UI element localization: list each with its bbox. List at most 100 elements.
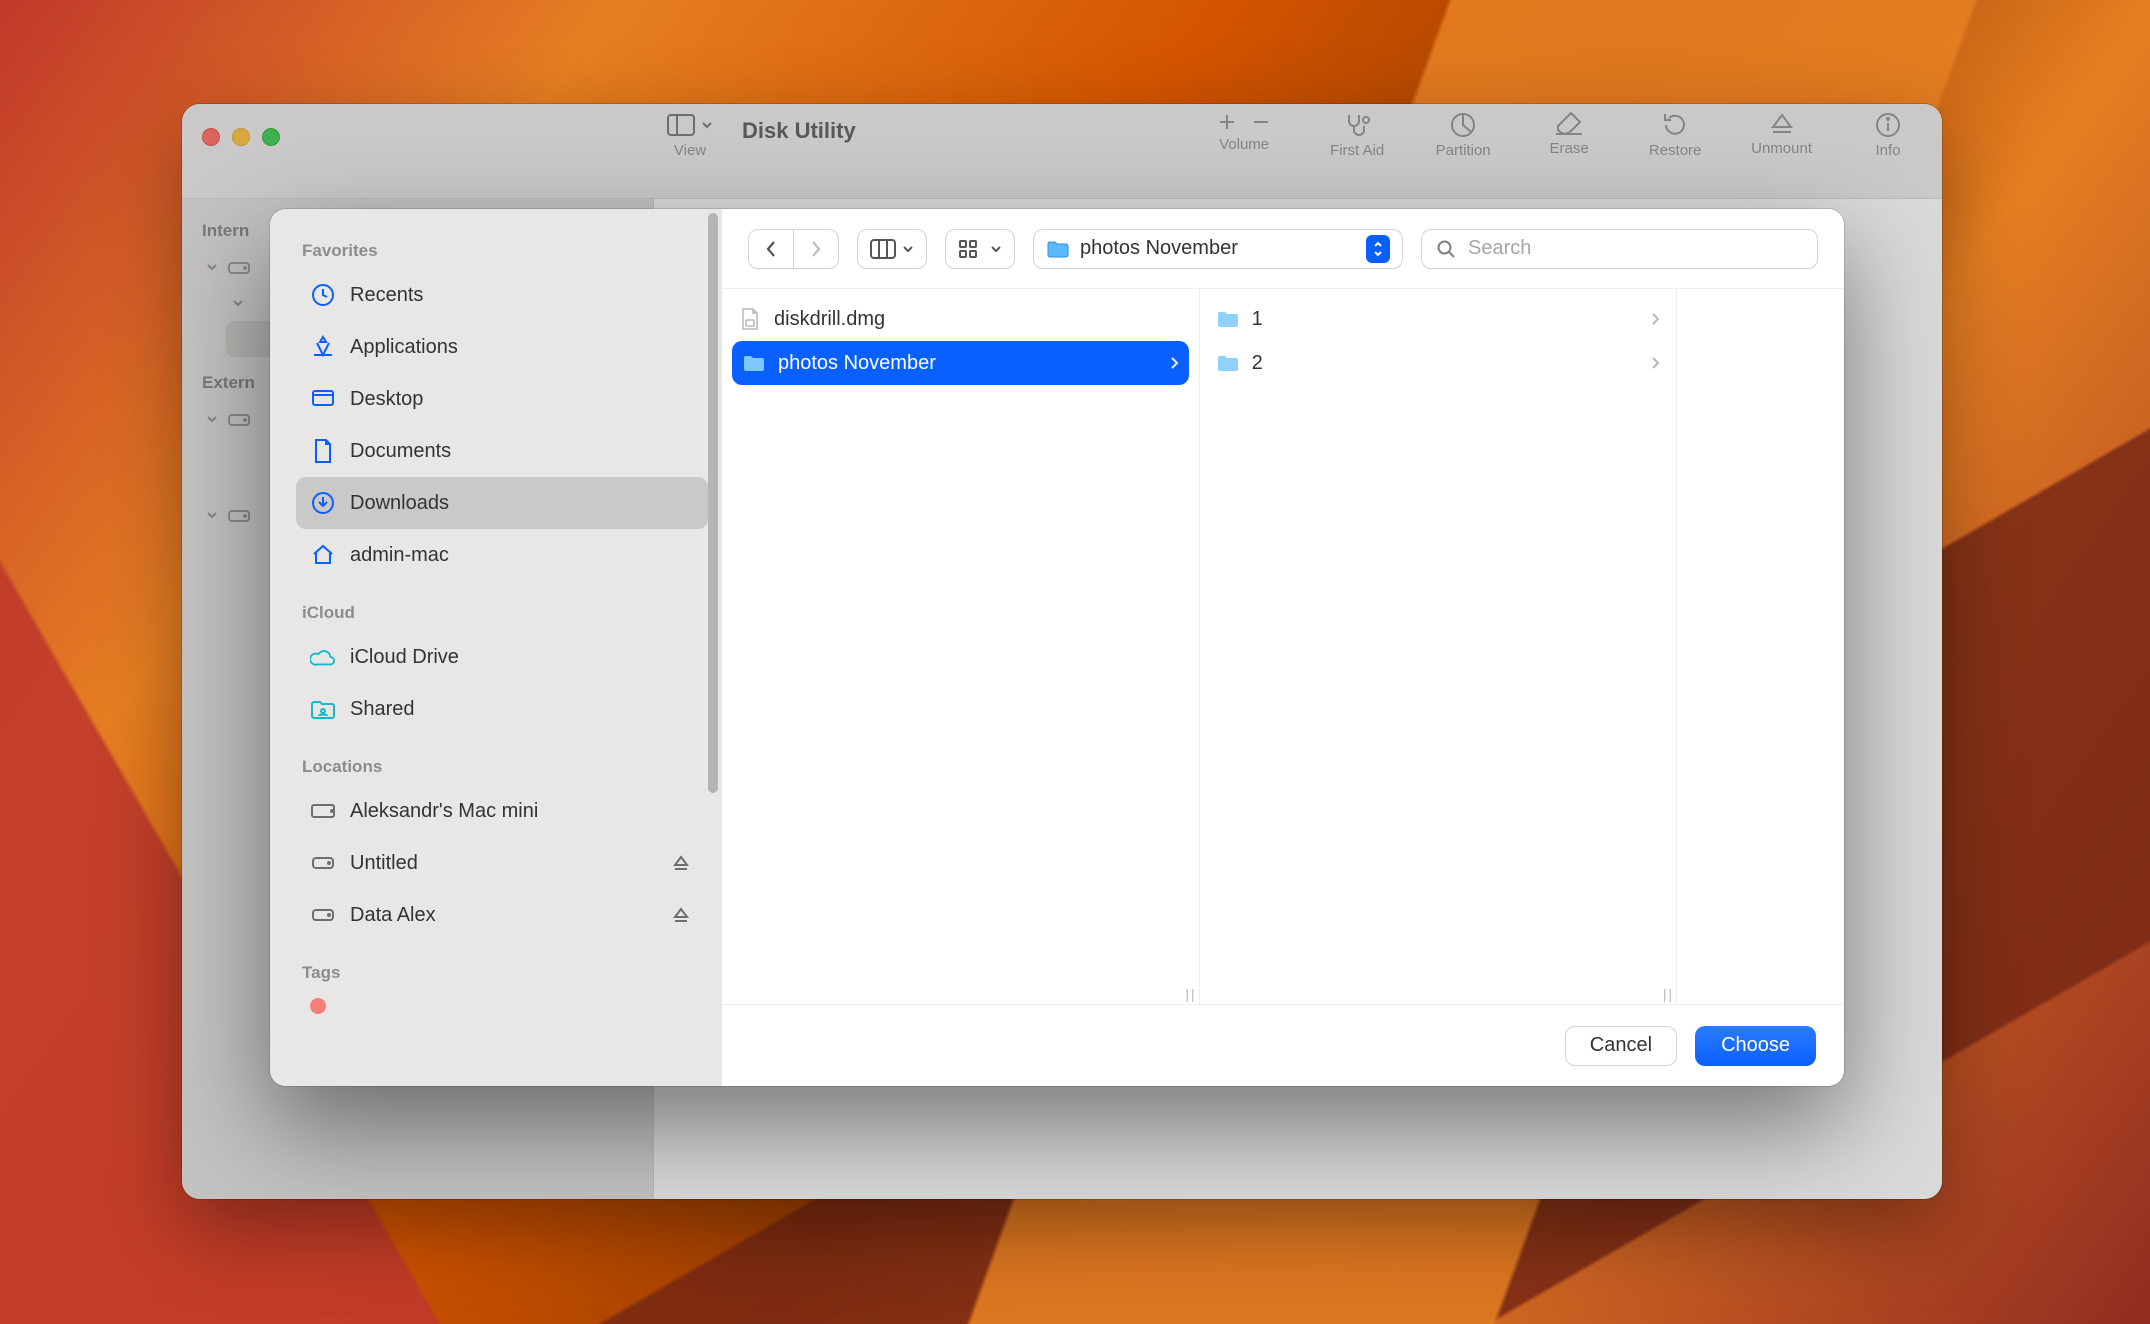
- toolbar-action-label: Restore: [1649, 142, 1702, 159]
- sidebar-item-desktop[interactable]: Desktop: [296, 373, 708, 425]
- nav-back-button[interactable]: [749, 230, 793, 268]
- column-resize-handle[interactable]: ||: [1185, 986, 1196, 1002]
- file-row[interactable]: diskdrill.dmg: [722, 297, 1199, 341]
- folder-row-label: 1: [1252, 308, 1263, 331]
- sidebar-heading-locations: Locations: [302, 757, 708, 777]
- open-panel-footer: Cancel Choose: [722, 1004, 1844, 1086]
- chevron-left-icon: [764, 240, 778, 258]
- disk-utility-actions: Volume First Aid Partition Erase Restore: [1217, 112, 1918, 159]
- disk-icon: [228, 411, 250, 427]
- apps-icon: [310, 334, 336, 360]
- sidebar-item-label: iCloud Drive: [350, 646, 459, 669]
- plus-icon: [1217, 112, 1237, 132]
- sidebar-item-label: Applications: [350, 336, 458, 359]
- folder-row-label: photos November: [778, 352, 936, 375]
- minus-icon: [1251, 112, 1271, 132]
- restore-icon: [1662, 112, 1688, 138]
- sidebar-item-label: Documents: [350, 440, 451, 463]
- search-field[interactable]: [1421, 229, 1818, 269]
- sidebar-item-home[interactable]: admin-mac: [296, 529, 708, 581]
- eject-icon: [1769, 112, 1795, 136]
- sidebar-heading-icloud: iCloud: [302, 603, 708, 623]
- minimize-window-button[interactable]: [232, 128, 250, 146]
- sidebar-item-shared[interactable]: Shared: [296, 683, 708, 735]
- toolbar-unmount[interactable]: Unmount: [1751, 112, 1812, 157]
- search-input[interactable]: [1466, 236, 1803, 261]
- info-icon: [1875, 112, 1901, 138]
- nav-back-forward: [748, 229, 839, 269]
- toolbar-view-label: View: [674, 142, 706, 159]
- clock-icon: [310, 282, 336, 308]
- path-popup-label: photos November: [1080, 237, 1238, 260]
- window-traffic-lights[interactable]: [202, 128, 280, 146]
- group-by-button[interactable]: [945, 229, 1015, 269]
- chevron-right-icon: [1650, 356, 1660, 370]
- disk-utility-toolbar: View Disk Utility Volume First Aid: [182, 104, 1942, 199]
- cancel-button[interactable]: Cancel: [1565, 1026, 1677, 1066]
- chevron-down-icon: [206, 261, 218, 273]
- disk-icon: [228, 259, 250, 275]
- eject-icon[interactable]: [668, 902, 694, 928]
- toolbar-erase[interactable]: Erase: [1539, 112, 1599, 157]
- choose-button[interactable]: Choose: [1695, 1026, 1816, 1066]
- pie-chart-icon: [1450, 112, 1476, 138]
- dmg-file-icon: [738, 307, 762, 331]
- open-panel-sheet: Favorites Recents Applications: [270, 209, 1844, 1086]
- folder-icon: [742, 351, 766, 375]
- folder-icon: [1216, 307, 1240, 331]
- sidebar-item-label: Recents: [350, 284, 423, 307]
- sidebar-item-label: Untitled: [350, 852, 418, 875]
- stethoscope-icon: [1343, 112, 1371, 138]
- close-window-button[interactable]: [202, 128, 220, 146]
- sidebar-item-icloud-drive[interactable]: iCloud Drive: [296, 631, 708, 683]
- disk-icon: [310, 850, 336, 876]
- toolbar-action-label: Unmount: [1751, 140, 1812, 157]
- folder-icon: [1216, 351, 1240, 375]
- toolbar-view-group[interactable]: View: [667, 114, 713, 159]
- browser-column-3[interactable]: [1677, 289, 1844, 1004]
- nav-forward-button[interactable]: [794, 230, 838, 268]
- toolbar-restore[interactable]: Restore: [1645, 112, 1705, 159]
- desktop-icon: [310, 386, 336, 412]
- browser-column-1[interactable]: diskdrill.dmg photos November ||: [722, 289, 1200, 1004]
- toolbar-action-label: Erase: [1550, 140, 1589, 157]
- sidebar-scrollbar[interactable]: [708, 213, 718, 793]
- sidebar-item-applications[interactable]: Applications: [296, 321, 708, 373]
- home-icon: [310, 542, 336, 568]
- path-popup-button[interactable]: photos November: [1033, 229, 1403, 269]
- disk-icon: [228, 507, 250, 523]
- chevron-down-icon: [990, 243, 1002, 255]
- folder-row[interactable]: 2: [1200, 341, 1677, 385]
- toolbar-volume-group[interactable]: Volume: [1217, 112, 1271, 153]
- column-resize-handle[interactable]: ||: [1663, 986, 1674, 1002]
- tag-dot-red-icon: [310, 998, 326, 1014]
- chevron-down-icon: [232, 297, 244, 309]
- sidebar-layout-icon: [667, 114, 695, 136]
- toolbar-partition[interactable]: Partition: [1433, 112, 1493, 159]
- sidebar-item-this-mac[interactable]: Aleksandr's Mac mini: [296, 785, 708, 837]
- sidebar-item-label: Aleksandr's Mac mini: [350, 800, 538, 823]
- open-panel-toolbar: photos November: [722, 209, 1844, 289]
- toolbar-first-aid[interactable]: First Aid: [1327, 112, 1387, 159]
- sidebar-item-recents[interactable]: Recents: [296, 269, 708, 321]
- folder-row-selected[interactable]: photos November: [732, 341, 1189, 385]
- sidebar-item-data-alex-disk[interactable]: Data Alex: [296, 889, 708, 941]
- sidebar-item-tag[interactable]: [296, 991, 708, 1021]
- view-mode-columns-button[interactable]: [857, 229, 927, 269]
- toolbar-action-label: Info: [1875, 142, 1900, 159]
- eject-icon[interactable]: [668, 850, 694, 876]
- chevron-right-icon: [1650, 312, 1660, 326]
- shared-folder-icon: [310, 696, 336, 722]
- chevron-down-icon: [902, 243, 914, 255]
- sidebar-item-downloads[interactable]: Downloads: [296, 477, 708, 529]
- column-browser: diskdrill.dmg photos November ||: [722, 289, 1844, 1004]
- folder-row[interactable]: 1: [1200, 297, 1677, 341]
- browser-column-2[interactable]: 1 2 ||: [1200, 289, 1678, 1004]
- toolbar-info[interactable]: Info: [1858, 112, 1918, 159]
- sidebar-item-untitled-disk[interactable]: Untitled: [296, 837, 708, 889]
- chevron-down-icon: [701, 119, 713, 131]
- zoom-window-button[interactable]: [262, 128, 280, 146]
- sidebar-heading-favorites: Favorites: [302, 241, 708, 261]
- sidebar-item-documents[interactable]: Documents: [296, 425, 708, 477]
- file-row-label: diskdrill.dmg: [774, 308, 885, 331]
